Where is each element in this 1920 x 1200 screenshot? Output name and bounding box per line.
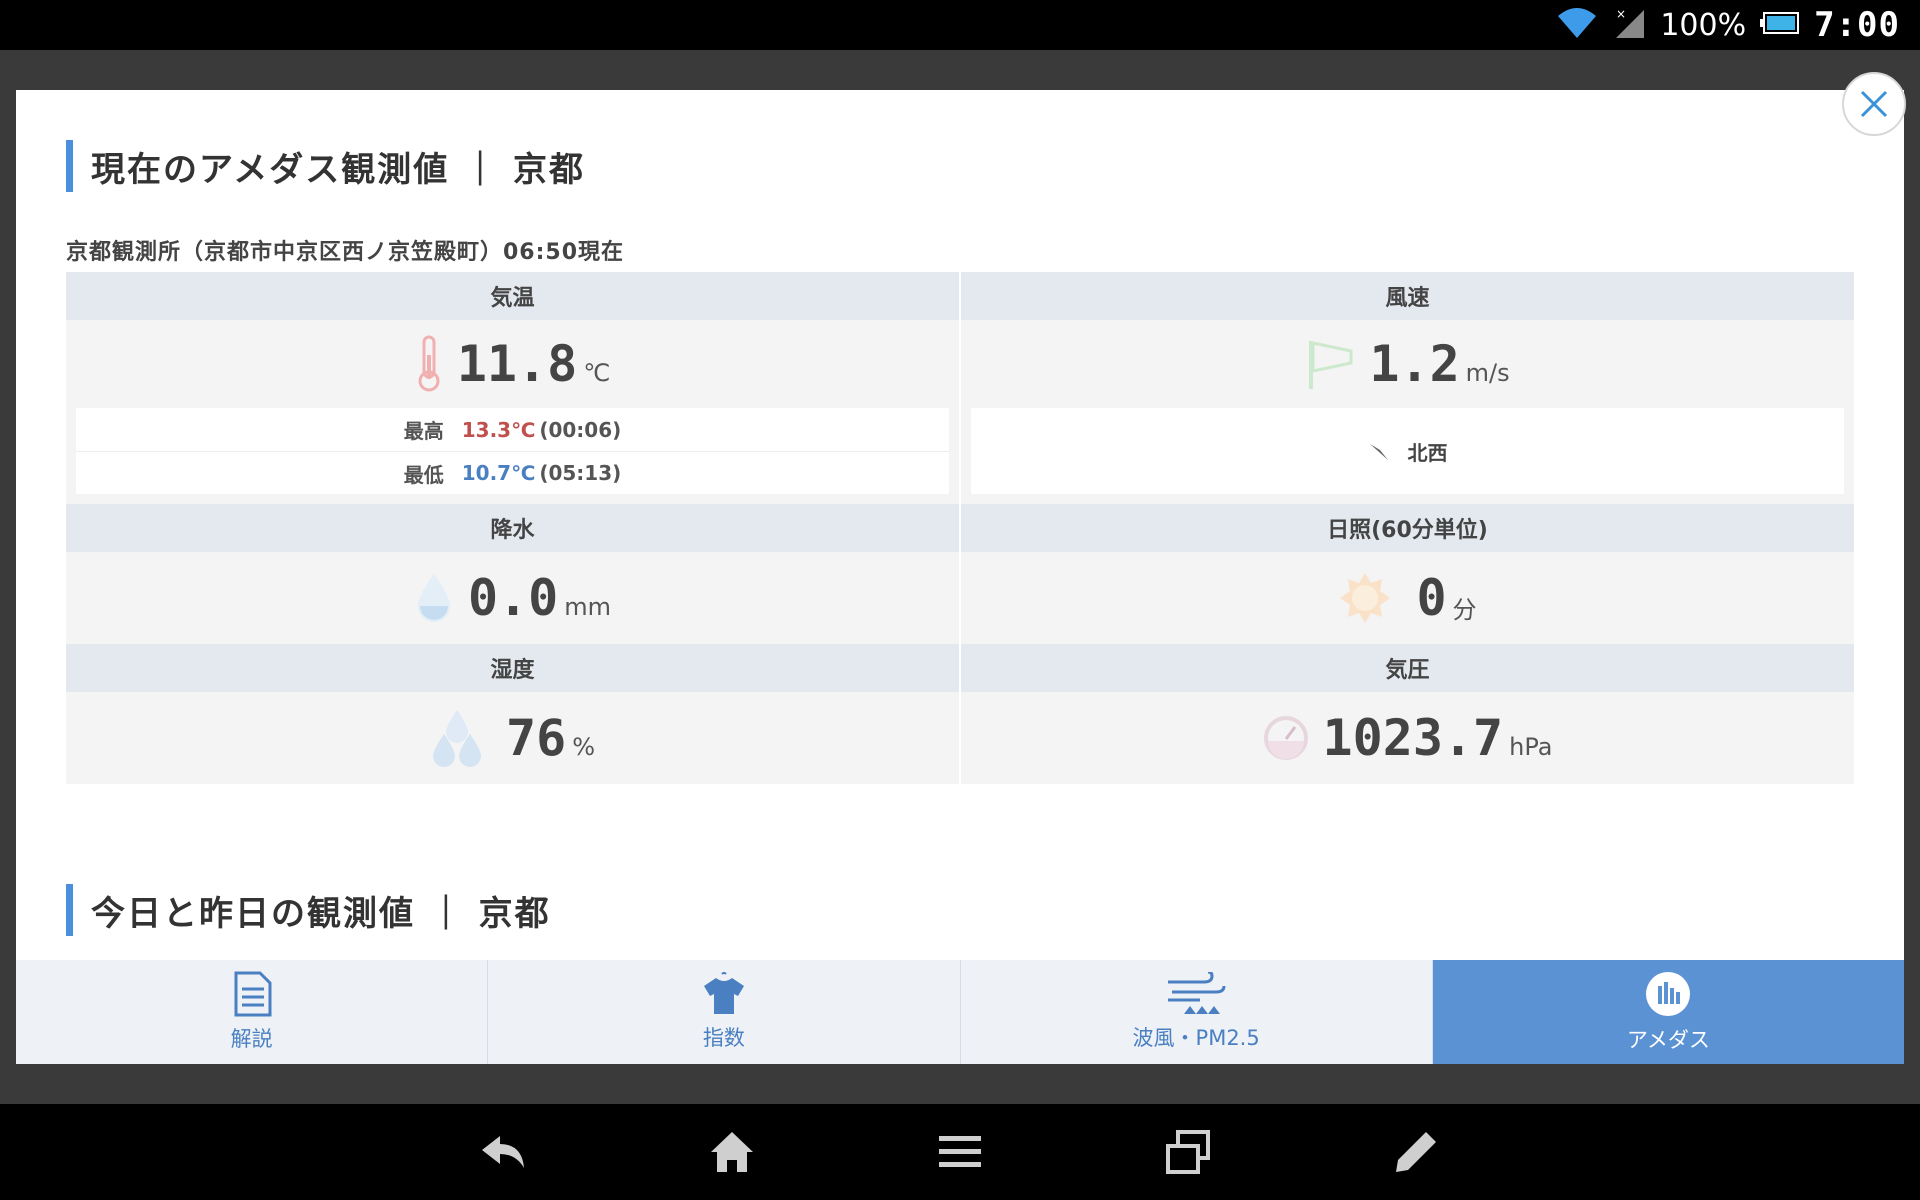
temperature-unit: ℃ [583,359,611,387]
humidity-drops-icon [430,708,484,768]
max-temp-value: 13.3℃ [461,417,536,442]
temperature-extremes: 最高 13.3℃ (00:06) 最低 10.7℃ (05:13) [76,408,949,494]
sunshine-value: 0 [1416,569,1447,627]
min-temp-label: 最低 [403,462,444,487]
precipitation-value: 0.0 [467,569,559,627]
tab-label: アメダス [1626,1028,1710,1052]
menu-button[interactable] [932,1124,988,1180]
temperature-value: 11.8 [456,335,578,393]
precipitation-cell: 降水 0.0 mm [66,504,959,644]
sunshine-cell: 日照(60分単位) 0 分 [961,504,1854,644]
wave-wind-icon [1164,972,1228,1016]
thermometer-icon [415,335,443,393]
sun-icon [1338,571,1392,625]
max-temp-label: 最高 [403,419,444,443]
back-arrow-icon [480,1132,528,1172]
observation-grid: 気温 11.8 ℃ 最高 13.3℃ (00:06) 最低 10.7℃ (05:… [66,272,1854,784]
min-temp-time: (05:13) [539,461,622,485]
document-icon [232,971,272,1017]
pressure-cell: 気圧 1023.7 hPa [961,644,1854,784]
precipitation-header: 降水 [66,504,959,552]
barometer-icon [1263,715,1309,761]
sunshine-header: 日照(60分単位) [961,504,1854,552]
wind-header: 風速 [961,272,1854,320]
wind-speed-value: 1.2 [1369,335,1460,393]
recent-apps-button[interactable] [1160,1124,1216,1180]
back-button[interactable] [476,1124,532,1180]
wind-cell: 風速 1.2 m/s 北西 [961,272,1854,504]
wind-direction-box: 北西 [971,408,1844,494]
precipitation-unit: mm [564,593,612,621]
tab-explanation[interactable]: 解説 [16,960,489,1064]
wind-direction: 北西 [1407,440,1448,465]
home-icon [709,1130,755,1174]
system-nav-bar [0,1104,1920,1200]
station-info: 京都観測所（京都市中京区西ノ京笠殿町）06:50現在 [66,240,625,265]
section-title-current: 現在のアメダス観測値 ｜ 京都 [66,140,585,192]
recent-apps-icon [1166,1130,1210,1174]
svg-text:×: × [1616,7,1626,21]
wind-direction-arrow-icon [1368,440,1390,462]
amedas-dialog: 現在のアメダス観測値 ｜ 京都 京都観測所（京都市中京区西ノ京笠殿町）06:50… [16,90,1904,1064]
raindrop-icon [414,572,454,624]
signal-icon: × [1612,6,1646,44]
windsock-icon [1305,337,1355,391]
wind-speed-unit: m/s [1465,359,1510,387]
shirt-icon [700,972,748,1016]
wifi-icon [1556,6,1598,44]
max-temp-time: (00:06) [539,417,622,442]
tab-index[interactable]: 指数 [488,960,961,1064]
pressure-header: 気圧 [961,644,1854,692]
temperature-header: 気温 [66,272,959,320]
bottom-tab-bar: 解説 指数 波風・PM2.5 アメダス [16,960,1904,1064]
battery-percent: 100% [1660,7,1747,43]
humidity-value: 76 [505,709,567,767]
close-icon [1858,88,1890,120]
battery-icon [1760,10,1800,40]
tab-label: 解説 [230,1027,273,1051]
pen-icon [1394,1130,1438,1174]
section-title-history: 今日と昨日の観測値 ｜ 京都 [66,884,551,936]
status-bar: × 100% 7:00 [0,0,1920,50]
humidity-unit: % [572,733,596,761]
close-button[interactable] [1842,72,1906,136]
tab-wave-wind-pm25[interactable]: 波風・PM2.5 [960,960,1433,1064]
humidity-cell: 湿度 76 % [66,644,959,784]
pressure-value: 1023.7 [1322,709,1504,767]
bar-chart-icon [1644,970,1692,1018]
min-temp-value: 10.7℃ [461,461,536,485]
tab-label: 指数 [702,1026,745,1050]
home-button[interactable] [704,1124,760,1180]
tab-label: 波風・PM2.5 [1132,1026,1260,1050]
humidity-header: 湿度 [66,644,959,692]
temperature-cell: 気温 11.8 ℃ 最高 13.3℃ (00:06) 最低 10.7℃ (05:… [66,272,959,504]
tab-amedas[interactable]: アメダス [1432,960,1904,1064]
sunshine-unit: 分 [1452,595,1477,624]
menu-icon [937,1134,983,1170]
status-clock: 7:00 [1814,5,1900,45]
pressure-unit: hPa [1509,733,1553,761]
pen-button[interactable] [1388,1124,1444,1180]
